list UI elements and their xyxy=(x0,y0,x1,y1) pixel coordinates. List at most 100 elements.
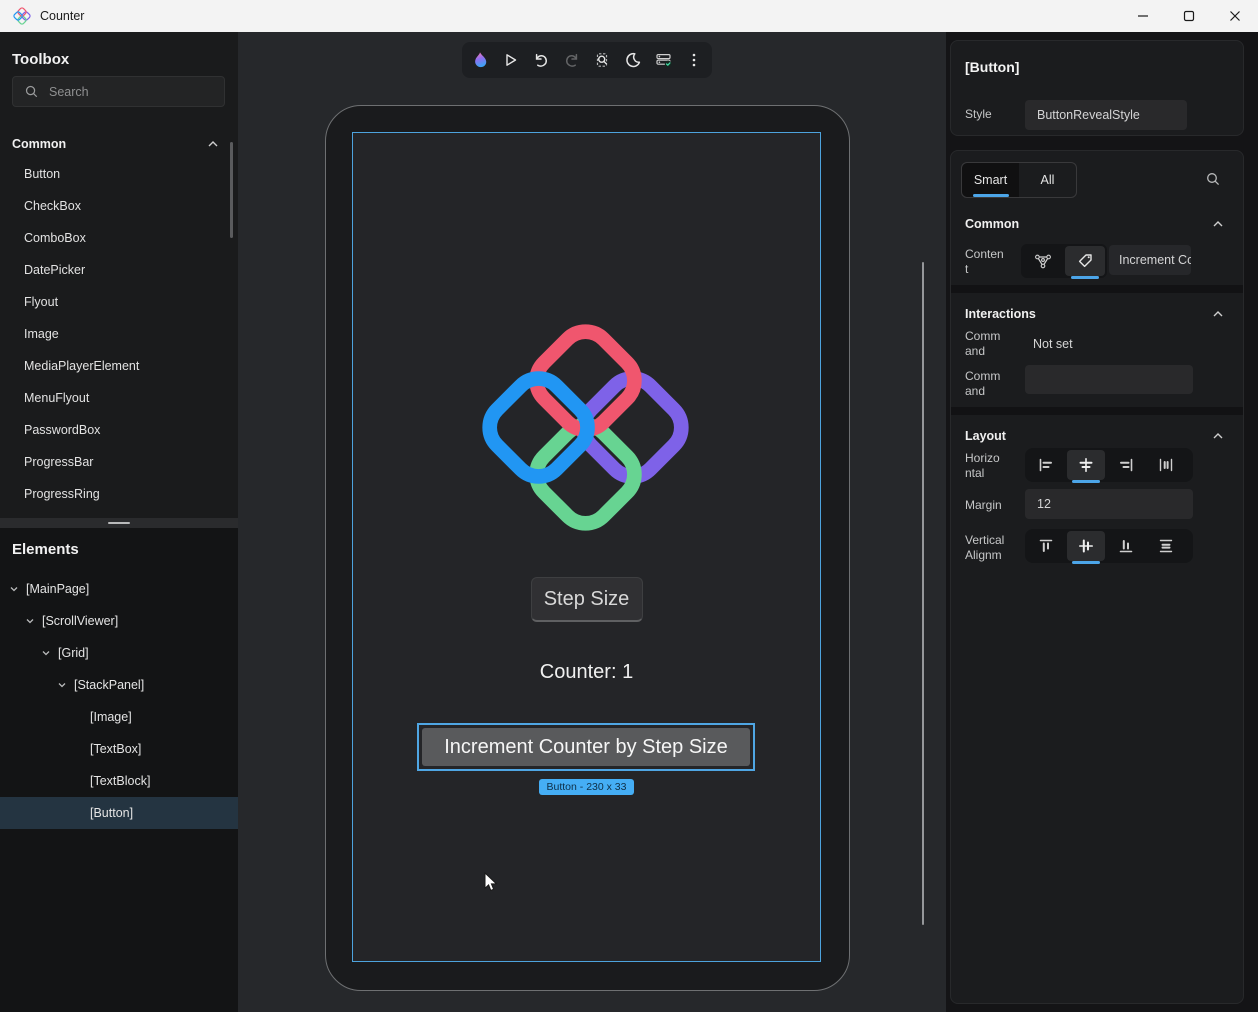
binding-icon[interactable] xyxy=(1023,246,1063,276)
minimize-button[interactable] xyxy=(1120,0,1166,32)
tree-item-stackpanel[interactable]: [StackPanel] xyxy=(0,669,238,701)
tree-item-label: [StackPanel] xyxy=(74,678,144,692)
style-input[interactable] xyxy=(1025,100,1187,130)
step-size-textbox[interactable]: Step Size xyxy=(531,577,643,622)
tree-item-image[interactable]: [Image] xyxy=(0,701,238,733)
elements-tree: [MainPage] [ScrollViewer] [Grid] [StackP… xyxy=(0,573,238,829)
align-bottom-icon[interactable] xyxy=(1107,531,1145,561)
content-label: Conten t xyxy=(965,247,1004,277)
vertical-alignment-group xyxy=(1025,529,1193,563)
toolbox-item-progressbar[interactable]: ProgressBar xyxy=(0,446,238,478)
hot-design-flame-icon[interactable] xyxy=(467,47,493,73)
align-left-icon[interactable] xyxy=(1027,450,1065,480)
theme-moon-icon[interactable] xyxy=(620,47,646,73)
toolbox-item-flyout[interactable]: Flyout xyxy=(0,286,238,318)
device-status-check-icon[interactable] xyxy=(651,47,677,73)
align-center-icon[interactable] xyxy=(1067,450,1105,480)
vertical-alignment-label: Vertical Alignm xyxy=(965,533,1004,563)
toolbox-item-menuflyout[interactable]: MenuFlyout xyxy=(0,382,238,414)
toolbox-item-combobox[interactable]: ComboBox xyxy=(0,222,238,254)
align-middle-icon[interactable] xyxy=(1067,531,1105,561)
tree-item-mainpage[interactable]: [MainPage] xyxy=(0,573,238,605)
align-right-icon[interactable] xyxy=(1107,450,1145,480)
canvas-scrollbar[interactable] xyxy=(922,262,924,925)
elements-panel: Elements [MainPage] [ScrollViewer] [Grid… xyxy=(0,528,238,1012)
selected-alignment-indicator xyxy=(1072,480,1100,483)
design-canvas[interactable]: Step Size Counter: 1 Increment Counter b… xyxy=(238,32,946,1012)
increment-counter-button[interactable]: Increment Counter by Step Size xyxy=(422,728,750,766)
section-layout[interactable]: Layout xyxy=(951,423,1243,449)
tree-item-textblock[interactable]: [TextBlock] xyxy=(0,765,238,797)
section-label: Common xyxy=(965,217,1019,231)
app-logo-image[interactable] xyxy=(478,320,693,535)
counter-textblock[interactable]: Counter: 1 xyxy=(353,661,820,684)
tree-item-label: [Button] xyxy=(90,806,133,820)
property-tabs: Smart All xyxy=(961,162,1077,198)
tree-item-scrollviewer[interactable]: [ScrollViewer] xyxy=(0,605,238,637)
align-stretch-icon[interactable] xyxy=(1147,450,1185,480)
chevron-down-icon[interactable] xyxy=(56,679,68,691)
close-button[interactable] xyxy=(1212,0,1258,32)
selection-outline: Increment Counter by Step Size xyxy=(417,723,755,771)
left-sidebar: Toolbox Common Button CheckBox ComboBox … xyxy=(0,32,238,1012)
tree-item-button-selected[interactable]: [Button] xyxy=(0,797,238,829)
tree-item-textbox[interactable]: [TextBox] xyxy=(0,733,238,765)
align-top-icon[interactable] xyxy=(1027,531,1065,561)
app-screen[interactable]: Step Size Counter: 1 Increment Counter b… xyxy=(352,132,821,962)
inspect-element-icon[interactable] xyxy=(589,47,615,73)
toolbox-item-button[interactable]: Button xyxy=(0,158,238,190)
canvas-toolbar xyxy=(462,42,712,78)
horizontal-alignment-label: Horizo ntal xyxy=(965,451,1000,481)
command-value[interactable]: Not set xyxy=(1033,337,1073,351)
undo-icon[interactable] xyxy=(528,47,554,73)
tree-item-grid[interactable]: [Grid] xyxy=(0,637,238,669)
toolbox-item-datepicker[interactable]: DatePicker xyxy=(0,254,238,286)
tab-smart[interactable]: Smart xyxy=(962,163,1019,197)
tree-item-label: [Grid] xyxy=(58,646,89,660)
window-title: Counter xyxy=(40,9,84,23)
horizontal-alignment-group xyxy=(1025,448,1193,482)
toolbox-item-progressring[interactable]: ProgressRing xyxy=(0,478,238,510)
command-parameter-input[interactable] xyxy=(1025,365,1193,394)
tree-item-label: [TextBox] xyxy=(90,742,141,756)
chevron-down-icon[interactable] xyxy=(24,615,36,627)
section-label: Common xyxy=(12,137,66,151)
align-stretch-vertical-icon[interactable] xyxy=(1147,531,1185,561)
tree-item-label: [Image] xyxy=(90,710,132,724)
properties-card: Smart All Common Conten t Increment Co I… xyxy=(950,150,1244,1004)
tab-all[interactable]: All xyxy=(1019,163,1076,197)
toolbox-item-image[interactable]: Image xyxy=(0,318,238,350)
properties-panel: [Button] Style Smart All Common Conten t… xyxy=(946,32,1258,1012)
section-common[interactable]: Common xyxy=(951,211,1243,237)
toolbox-section-common[interactable]: Common xyxy=(0,128,238,160)
content-mode-group xyxy=(1021,244,1107,278)
command-label: Comm and xyxy=(965,329,1000,359)
properties-search-icon[interactable] xyxy=(1205,171,1221,192)
selected-element-card: [Button] Style xyxy=(950,40,1244,136)
selected-alignment-indicator xyxy=(1072,561,1100,564)
toolbox-item-mediaplayerelement[interactable]: MediaPlayerElement xyxy=(0,350,238,382)
app-logo-icon xyxy=(13,7,31,25)
section-interactions[interactable]: Interactions xyxy=(951,301,1243,327)
toolbox-search-input[interactable] xyxy=(49,85,209,99)
toolbox-item-checkbox[interactable]: CheckBox xyxy=(0,190,238,222)
panel-resize-handle[interactable] xyxy=(0,518,238,528)
redo-icon[interactable] xyxy=(559,47,585,73)
section-separator xyxy=(951,285,1243,293)
elements-title: Elements xyxy=(12,541,79,558)
toolbox-title: Toolbox xyxy=(12,51,69,68)
chevron-down-icon[interactable] xyxy=(8,583,20,595)
toolbox-item-passwordbox[interactable]: PasswordBox xyxy=(0,414,238,446)
toolbox-search[interactable] xyxy=(12,76,225,107)
chevron-down-icon[interactable] xyxy=(40,647,52,659)
tree-item-label: [TextBlock] xyxy=(90,774,150,788)
chevron-up-icon xyxy=(1211,217,1225,231)
content-value-field[interactable]: Increment Co xyxy=(1109,245,1191,275)
play-icon[interactable] xyxy=(497,47,523,73)
titlebar: Counter xyxy=(0,0,1258,32)
margin-input[interactable] xyxy=(1025,489,1193,519)
more-vertical-icon[interactable] xyxy=(681,47,707,73)
margin-label: Margin xyxy=(965,498,1002,513)
maximize-button[interactable] xyxy=(1166,0,1212,32)
literal-tag-icon[interactable] xyxy=(1065,246,1105,276)
